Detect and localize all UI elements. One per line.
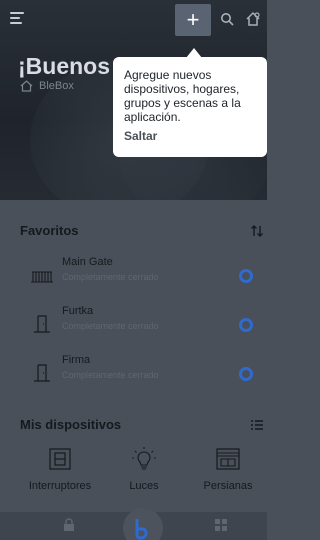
blebox-home-button[interactable] [123, 508, 163, 540]
status-indicator[interactable] [239, 318, 253, 332]
favorite-name: Firma [62, 354, 91, 366]
favorite-name: Furtka [62, 305, 94, 317]
device-category-blinds[interactable]: Persianas [188, 446, 268, 502]
door-icon [34, 364, 50, 382]
lock-icon[interactable] [62, 518, 76, 532]
sort-icon[interactable] [250, 224, 264, 238]
onboarding-tooltip: Agregue nuevos dispositivos, hogares, gr… [113, 57, 267, 157]
device-category-label: Persianas [203, 480, 253, 492]
list-icon[interactable] [250, 418, 264, 432]
favorite-status: Completamente cerrado [62, 370, 159, 380]
grid-icon[interactable] [214, 518, 228, 532]
top-bar: + [0, 0, 267, 38]
location-name: BleBox [39, 80, 74, 92]
device-category-label: Luces [129, 480, 159, 492]
location-row[interactable]: BleBox [20, 80, 74, 92]
device-category-lights[interactable]: Luces [104, 446, 184, 502]
device-category-switches[interactable]: Interruptores [20, 446, 100, 502]
gate-icon [31, 271, 53, 283]
blinds-icon [216, 448, 240, 470]
home-outline-icon [20, 80, 33, 92]
skip-button[interactable]: Saltar [124, 129, 157, 143]
favorites-title: Favoritos [20, 223, 79, 238]
home-icon[interactable] [245, 11, 261, 27]
favorite-item[interactable]: Main Gate Completamente cerrado [0, 254, 267, 298]
favorite-name: Main Gate [62, 256, 113, 268]
bulb-icon [132, 447, 156, 470]
favorite-status: Completamente cerrado [62, 272, 159, 282]
add-button[interactable]: + [175, 4, 211, 36]
search-icon[interactable] [220, 12, 234, 26]
my-devices-title: Mis dispositivos [20, 417, 122, 432]
hamburger-icon[interactable] [10, 12, 24, 24]
switch-icon [49, 448, 71, 470]
status-indicator[interactable] [239, 367, 253, 381]
tooltip-text: Agregue nuevos dispositivos, hogares, gr… [124, 68, 241, 124]
favorite-item[interactable]: Furtka Completamente cerrado [0, 303, 267, 347]
favorite-item[interactable]: Firma Completamente cerrado [0, 352, 267, 396]
device-category-label: Interruptores [28, 480, 92, 492]
favorite-status: Completamente cerrado [62, 321, 159, 331]
status-indicator[interactable] [239, 269, 253, 283]
blebox-logo-icon [135, 519, 148, 540]
door-icon [34, 315, 50, 333]
